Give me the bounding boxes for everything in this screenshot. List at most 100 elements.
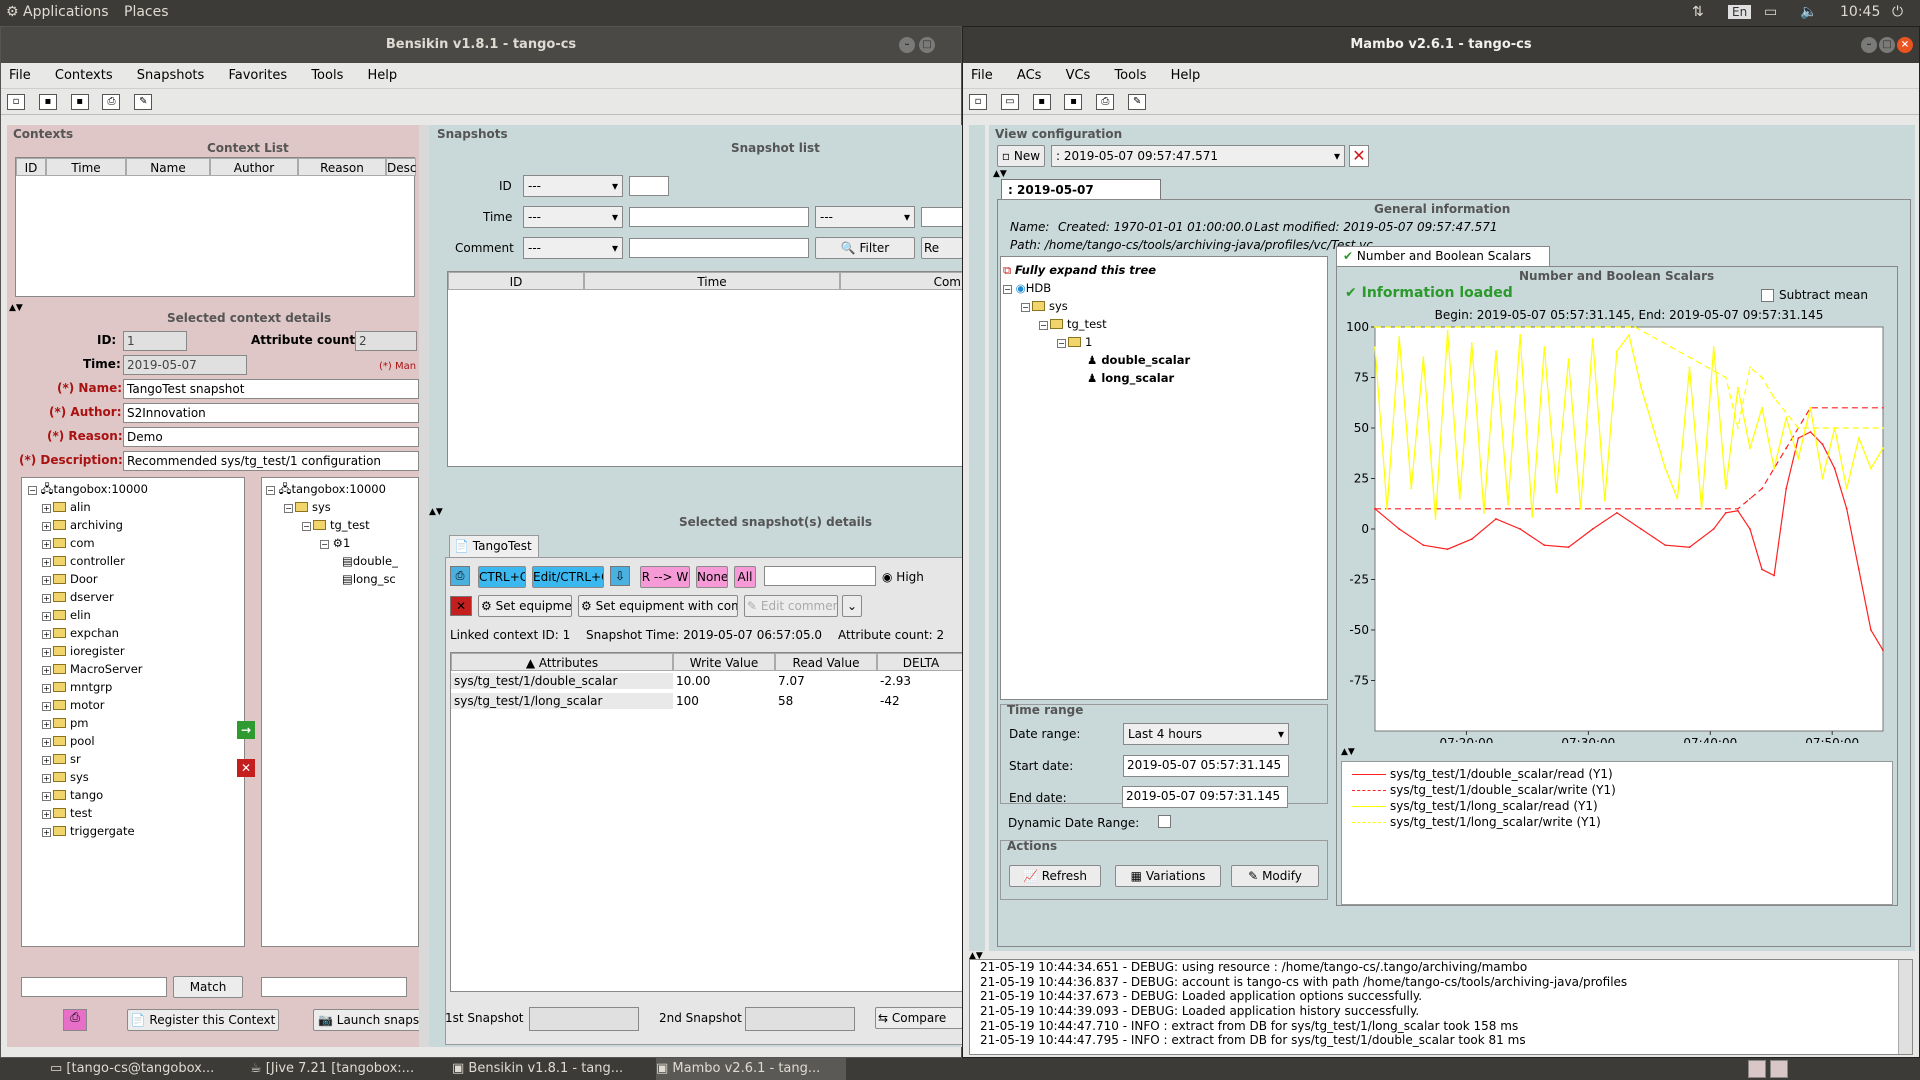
- select-none-button[interactable]: None: [696, 566, 728, 588]
- expand-icon[interactable]: +: [42, 810, 51, 819]
- device-tree-item[interactable]: + com: [28, 534, 244, 552]
- device-tree-item[interactable]: + archiving: [28, 516, 244, 534]
- description-field[interactable]: Recommended sys/tg_test/1 configuration: [123, 451, 419, 471]
- col-id[interactable]: ID: [16, 158, 46, 176]
- applications-menu[interactable]: ⚙ Applications: [6, 4, 109, 20]
- device-tree-item[interactable]: + ioregister: [28, 642, 244, 660]
- dynamic-range-checkbox[interactable]: [1158, 815, 1171, 828]
- right-tree-root[interactable]: − 🖧tangobox:10000: [266, 480, 418, 498]
- mambo-menu-tools[interactable]: Tools: [1114, 68, 1146, 83]
- open-icon[interactable]: ▭: [1000, 94, 1019, 110]
- expand-tree-item[interactable]: ⧉ Fully expand this tree: [1003, 261, 1327, 279]
- vc-selector[interactable]: : 2019-05-07 09:57:47.571: [1051, 145, 1345, 167]
- highlight-input[interactable]: [764, 566, 876, 586]
- save-as-icon[interactable]: ▪: [1064, 94, 1083, 110]
- device-tree-item[interactable]: + test: [28, 804, 244, 822]
- minimize-button[interactable]: –: [1861, 37, 1877, 53]
- expand-icon[interactable]: +: [42, 630, 51, 639]
- panel-splitter[interactable]: [419, 125, 429, 1047]
- match-button[interactable]: Match: [173, 976, 243, 998]
- expand-icon[interactable]: +: [42, 576, 51, 585]
- task-terminal[interactable]: ▭ [tango-cs@tangobox...: [50, 1058, 240, 1080]
- chart-tab[interactable]: ✔ Number and Boolean Scalars: [1336, 246, 1550, 266]
- snapshot-values-table[interactable]: ▲ Attributes Write Value Read Value DELT…: [450, 652, 965, 992]
- expand-icon[interactable]: +: [42, 756, 51, 765]
- maximize-button[interactable]: □: [919, 37, 935, 53]
- device-tree-item[interactable]: + sys: [28, 768, 244, 786]
- edit-ctrlc-button[interactable]: Edit/CTRL+C: [532, 566, 604, 588]
- snap-col-id[interactable]: ID: [448, 272, 584, 290]
- match-input-right[interactable]: [261, 977, 407, 997]
- variations-button[interactable]: ▦ Variations: [1115, 865, 1221, 887]
- context-list-table[interactable]: ID Time Name Author Reason Desc: [15, 157, 416, 297]
- expand-icon[interactable]: +: [42, 648, 51, 657]
- compare-button[interactable]: ⇆ Compare: [875, 1007, 963, 1029]
- device-tree-item[interactable]: + triggergate: [28, 822, 244, 840]
- minimize-button[interactable]: –: [899, 37, 915, 53]
- col-reason[interactable]: Reason: [298, 158, 386, 176]
- attr-col-read[interactable]: Read Value: [775, 653, 877, 671]
- menu-snapshots[interactable]: Snapshots: [137, 68, 205, 83]
- launch-snapshot-button[interactable]: 📷 Launch snapsh: [313, 1009, 423, 1031]
- remove-button[interactable]: ✕: [237, 759, 255, 777]
- device-tree-item[interactable]: + pm: [28, 714, 244, 732]
- save-icon[interactable]: ▪: [1032, 94, 1051, 110]
- date-range-combo[interactable]: Last 4 hours: [1123, 723, 1289, 745]
- battery-icon[interactable]: ▭: [1764, 4, 1777, 20]
- mambo-menu-acs[interactable]: ACs: [1017, 68, 1042, 83]
- workspace-2[interactable]: [1770, 1060, 1788, 1078]
- right-tree-tgtest[interactable]: − tg_test: [266, 516, 418, 534]
- highlight-radio[interactable]: ◉ High: [882, 570, 924, 584]
- col-name[interactable]: Name: [126, 158, 210, 176]
- tree-root[interactable]: − 🖧tangobox:10000: [28, 480, 244, 498]
- start-date-field[interactable]: 2019-05-07 05:57:31.145: [1123, 755, 1289, 777]
- col-author[interactable]: Author: [210, 158, 298, 176]
- new-icon[interactable]: ▫: [969, 94, 987, 110]
- col-time[interactable]: Time: [46, 158, 126, 176]
- expand-icon[interactable]: +: [42, 666, 51, 675]
- right-tree-attr2[interactable]: ▤long_sc: [266, 570, 418, 588]
- snapshot-list-table[interactable]: ID Time Com: [447, 271, 964, 467]
- menu-help[interactable]: Help: [367, 68, 397, 83]
- name-field[interactable]: TangoTest snapshot: [123, 379, 419, 399]
- snap-time-input[interactable]: [629, 207, 809, 227]
- device-tree-item[interactable]: + motor: [28, 696, 244, 714]
- col-desc[interactable]: Desc: [386, 158, 416, 176]
- expand-icon[interactable]: +: [42, 504, 51, 513]
- snap-splitter-icon[interactable]: ▲▼: [429, 507, 443, 517]
- expand-icon[interactable]: +: [42, 738, 51, 747]
- mambo-menu-file[interactable]: File: [971, 68, 993, 83]
- tree-hdb[interactable]: − ◉HDB: [1003, 279, 1327, 297]
- clear-icon[interactable]: ✎: [134, 94, 153, 110]
- expand-icon[interactable]: +: [42, 828, 51, 837]
- register-context-button[interactable]: 📄 Register this Context: [127, 1009, 279, 1031]
- print-icon[interactable]: ⎙: [63, 1009, 87, 1031]
- attr-col-attributes[interactable]: ▲ Attributes: [451, 653, 673, 671]
- reset-button[interactable]: Re: [921, 237, 963, 259]
- snap-comment-operator[interactable]: ---: [523, 237, 623, 259]
- refresh-button[interactable]: 📈 Refresh: [1009, 865, 1101, 887]
- add-arrow-button[interactable]: →: [237, 721, 255, 739]
- expand-chevron-icon[interactable]: ⌄: [842, 595, 862, 617]
- language-indicator[interactable]: En: [1728, 5, 1752, 19]
- row2-write[interactable]: 100: [673, 693, 775, 709]
- device-tree-item[interactable]: + controller: [28, 552, 244, 570]
- print-icon[interactable]: ⎙: [1096, 94, 1115, 110]
- ctrlc-button[interactable]: CTRL+C: [478, 566, 526, 588]
- match-input[interactable]: [21, 977, 167, 997]
- expand-icon[interactable]: +: [42, 792, 51, 801]
- filter-button[interactable]: 🔍 Filter: [815, 237, 915, 259]
- device-tree-item[interactable]: + mntgrp: [28, 678, 244, 696]
- legend-splitter-icon[interactable]: ▲▼: [1341, 747, 1355, 757]
- delete-snapshot-icon[interactable]: ✕: [450, 596, 472, 616]
- tab-tangotest[interactable]: 📄 TangoTest: [449, 535, 539, 557]
- close-button[interactable]: ×: [1897, 37, 1913, 53]
- collapsed-ac-panel[interactable]: [969, 125, 985, 951]
- task-jive[interactable]: ☕ [Jive 7.21 [tangobox:...: [250, 1058, 440, 1080]
- expand-icon[interactable]: +: [42, 684, 51, 693]
- chart-svg[interactable]: Begin: 2019-05-07 05:57:31.145, End: 201…: [1337, 303, 1897, 743]
- right-tree-attr1[interactable]: ▤double_: [266, 552, 418, 570]
- new-vc-button[interactable]: ▫ New: [997, 145, 1045, 167]
- bensikin-titlebar[interactable]: Bensikin v1.8.1 - tango-cs – □: [1, 27, 961, 63]
- selected-attributes-tree[interactable]: − 🖧tangobox:10000 − sys − tg_test − ⚙1 ▤do…: [261, 477, 419, 947]
